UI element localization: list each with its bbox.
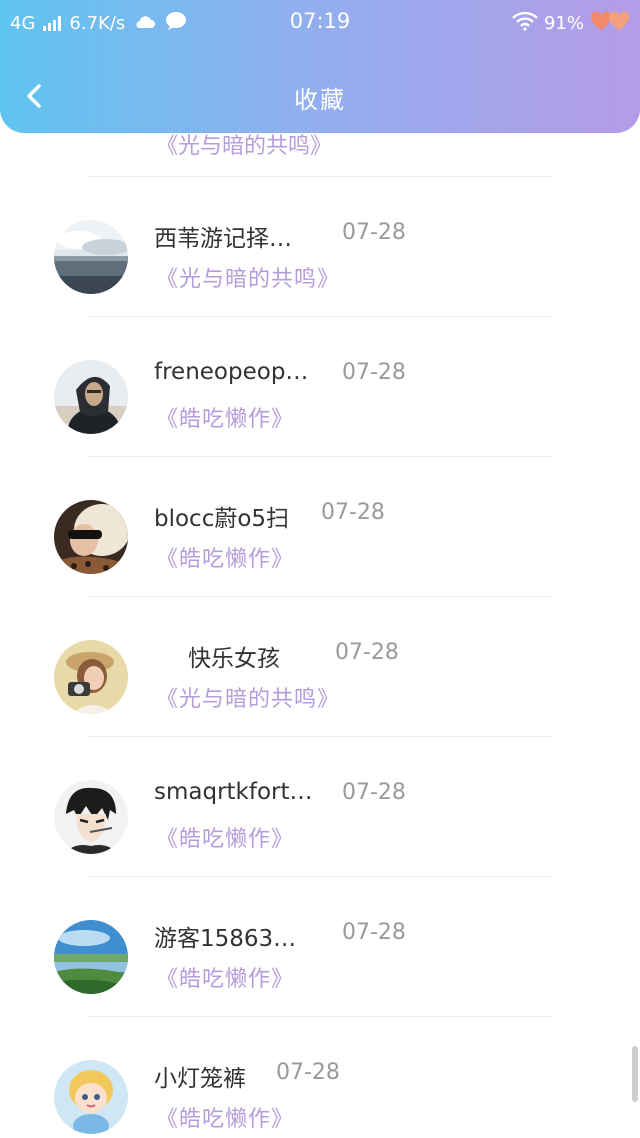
status-right: 91% [512, 10, 630, 36]
list-item[interactable]: 小灯笼裤 07-28 《皓吃懒作》 [0, 1017, 640, 1138]
user-name: 快乐女孩 [188, 646, 280, 672]
user-name: freneopeop… [154, 359, 309, 385]
book-title[interactable]: 《皓吃懒作》 [156, 541, 294, 573]
favorite-date: 07-28 [342, 220, 406, 245]
list-item[interactable]: freneopeop… 07-28 《皓吃懒作》 [0, 317, 640, 457]
avatar[interactable] [54, 220, 128, 294]
favorite-date: 07-28 [342, 780, 406, 805]
list-item[interactable]: 快乐女孩 07-28 《光与暗的共鸣》 [0, 597, 640, 737]
list-item[interactable]: blocc蔚o5扫 07-28 《皓吃懒作》 [0, 457, 640, 597]
user-name: smaqrtkfort… [154, 779, 313, 805]
wifi-icon [512, 11, 538, 36]
avatar[interactable] [54, 780, 128, 854]
book-title[interactable]: 《皓吃懒作》 [156, 961, 294, 993]
avatar[interactable] [54, 640, 128, 714]
book-title[interactable]: 《光与暗的共鸣》 [156, 261, 340, 293]
favorite-date: 07-28 [321, 500, 385, 525]
header-bar: 4G 6.7K/s 07:19 91% 收藏 [0, 0, 640, 133]
favorite-date: 07-28 [342, 920, 406, 945]
list-item[interactable]: 游客15863… 07-28 《皓吃懒作》 [0, 877, 640, 1017]
user-name: blocc蔚o5扫 [154, 506, 290, 532]
book-title[interactable]: 《皓吃懒作》 [156, 821, 294, 853]
list-item[interactable]: smaqrtkfort… 07-28 《皓吃懒作》 [0, 737, 640, 877]
favorite-date: 07-28 [276, 1060, 340, 1085]
status-bar: 4G 6.7K/s 07:19 91% [0, 0, 640, 46]
avatar[interactable] [54, 500, 128, 574]
avatar[interactable] [54, 360, 128, 434]
favorite-date: 07-28 [342, 360, 406, 385]
list-item[interactable]: 西苇游记择… 07-28 《光与暗的共鸣》 [0, 177, 640, 317]
avatar[interactable] [54, 920, 128, 994]
page-title: 收藏 [294, 86, 346, 114]
battery-icon [590, 10, 630, 37]
book-title[interactable]: 《皓吃懒作》 [156, 1101, 294, 1133]
favorite-date: 07-28 [335, 640, 399, 665]
book-title[interactable]: 《光与暗的共鸣》 [156, 681, 340, 713]
user-name: 游客15863… [154, 926, 297, 952]
user-name: 小灯笼裤 [154, 1066, 246, 1092]
battery-level: 91% [543, 12, 584, 34]
avatar[interactable] [54, 1060, 128, 1134]
scrollbar[interactable] [632, 1046, 638, 1102]
user-name: 西苇游记择… [154, 226, 292, 252]
book-title[interactable]: 《皓吃懒作》 [156, 401, 294, 433]
